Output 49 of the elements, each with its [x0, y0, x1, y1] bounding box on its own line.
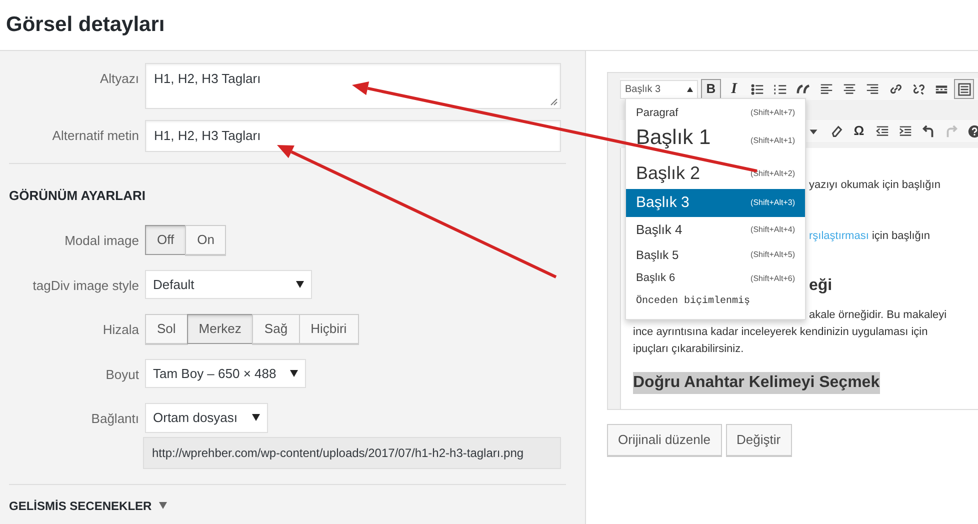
caption-field[interactable]: H1, H2, H3 Tagları [145, 63, 561, 109]
menu-item[interactable]: Başlık 1 (Shift+Alt+1) [626, 124, 805, 158]
toolbar-button[interactable]: I [724, 79, 744, 99]
content-text: ipuçları çıkarabilirsiniz. [633, 342, 744, 357]
content-text: yazıyı okumak için başlığın [809, 178, 940, 193]
menu-item[interactable]: Başlık 2 (Shift+Alt+2) [626, 158, 805, 189]
option-button[interactable]: On [185, 225, 226, 254]
field-label: Boyut [104, 366, 140, 384]
toolbar-button[interactable]: Ω [849, 121, 869, 141]
field-label: Alternatif metin [51, 127, 140, 145]
content-heading: eği [809, 276, 832, 296]
option-button[interactable]: Merkez [186, 314, 254, 344]
toolbar-button[interactable]: B [701, 79, 721, 99]
caret-icon [296, 280, 304, 288]
section-heading: GÖRÜNÜM AYARLARI [9, 186, 147, 204]
menu-item[interactable]: Başlık 5 (Shift+Alt+5) [626, 243, 805, 267]
menu-item[interactable]: Başlık 4 (Shift+Alt+4) [626, 217, 805, 243]
caret-icon [252, 414, 260, 422]
window-title: Görsel detayları [6, 12, 165, 38]
content-text: akale örneğidir. Bu makaleyi [809, 308, 947, 323]
field-label: Altyazı [98, 70, 140, 88]
field-label: tagDiv image style [32, 276, 140, 295]
option-button[interactable]: Off [145, 225, 186, 254]
option-button[interactable]: Hiçbiri [298, 314, 359, 344]
option-button[interactable]: Sağ [252, 314, 300, 344]
action-button[interactable]: Orijinali düzenle [607, 424, 722, 456]
action-button[interactable]: Değiştir [726, 424, 792, 456]
field-label: Hizala [102, 321, 140, 339]
menu-item[interactable]: Paragraf (Shift+Alt+7) [626, 102, 805, 124]
content-heading: Doğru Anahtar Kelimeyi Seçmek [633, 372, 880, 394]
content-text: rşılaştırması için başlığın [809, 229, 930, 244]
select-field[interactable]: Default [145, 270, 312, 299]
toolbar-toggle-icon[interactable] [954, 79, 974, 99]
resize-handle-icon[interactable] [550, 98, 558, 106]
select-field[interactable]: Tam Boy – 650 × 488 [145, 358, 306, 388]
field-label: Modal image [64, 232, 140, 250]
field-label: Bağlantı [90, 410, 140, 428]
option-button[interactable]: Sol [145, 314, 188, 344]
alt-text-field[interactable]: H1, H2, H3 Tagları [145, 120, 561, 152]
caret-icon[interactable] [158, 502, 167, 509]
url-field[interactable]: http://wprehber.com/wp-content/uploads/2017/07/h1-h2-h3-tagları.png [143, 436, 561, 468]
content-text: ince ayrıntısına kadar inceleyerek kendinizin uygulaması için [633, 325, 928, 340]
menu-item[interactable]: Başlık 3 (Shift+Alt+3) [626, 189, 805, 217]
section-heading[interactable]: GELİSMİS SECENEKLER [9, 498, 152, 512]
format-select[interactable]: Başlık 3 [620, 80, 698, 98]
select-field[interactable]: Ortam dosyası [145, 403, 268, 432]
menu-item[interactable]: Başlık 6 (Shift+Alt+6) [626, 267, 805, 290]
menu-item[interactable]: Önceden biçimlenmiş [626, 290, 805, 312]
caret-icon [290, 370, 298, 377]
